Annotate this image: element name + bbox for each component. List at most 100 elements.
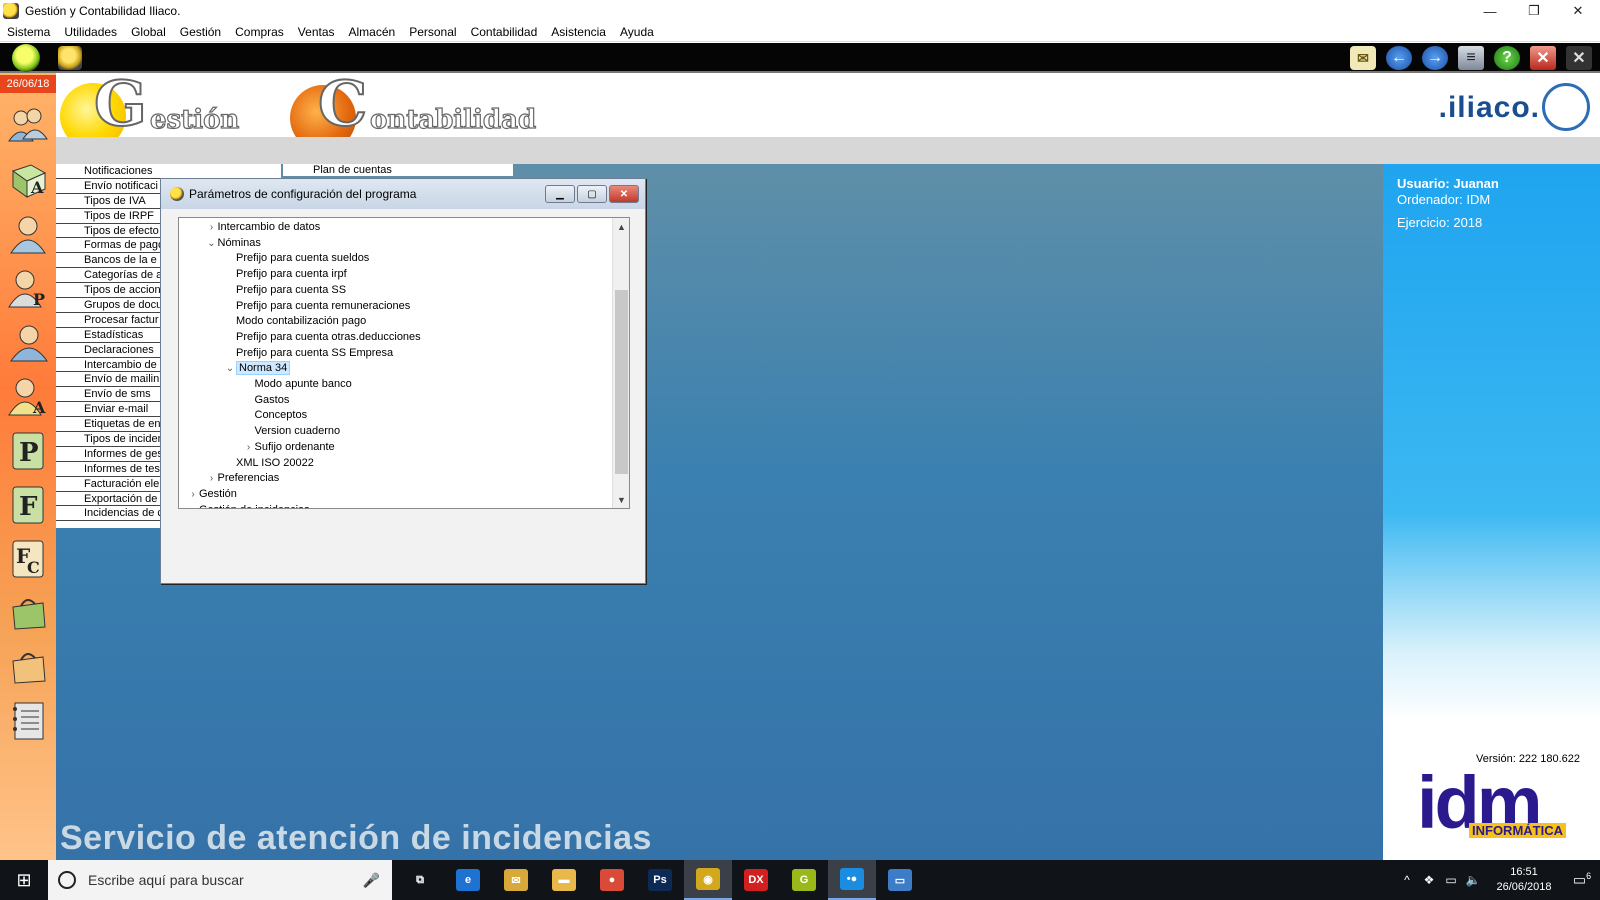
expand-toggle-icon[interactable]: › [206, 471, 218, 487]
p-document-icon[interactable]: P [5, 427, 51, 473]
list-item[interactable]: Notificaciones [56, 164, 281, 179]
f-document-icon[interactable]: F [5, 481, 51, 527]
tree-node[interactable]: Prefijo para cuenta SS Empresa [224, 345, 393, 361]
scroll-down-icon[interactable]: ▼ [613, 491, 629, 508]
support-banner[interactable]: Servicio de atención de incidencias [60, 819, 652, 858]
taskbar-dx-icon[interactable]: DX [732, 860, 780, 900]
person-icon[interactable] [5, 211, 51, 257]
notifications-icon[interactable]: ▭6 [1564, 871, 1600, 889]
tree-node[interactable]: Modo apunte banco [243, 376, 352, 392]
bag-green-icon[interactable] [5, 589, 51, 635]
help-icon[interactable]: ? [1494, 46, 1520, 70]
volume-muted-icon[interactable]: 🔈 [1462, 873, 1484, 887]
tree-node[interactable]: › Intercambio de datos [206, 219, 320, 236]
taskbar-explorer-icon[interactable]: ▬ [540, 860, 588, 900]
taskbar-gestion-icon[interactable]: G [780, 860, 828, 900]
home-orb-icon[interactable] [12, 44, 40, 72]
tree-node-label: Preferencias [217, 472, 280, 485]
fc-document-icon[interactable]: FC [5, 535, 51, 581]
tree-node-label: Modo contabilización pago [236, 315, 367, 328]
tree-node[interactable]: ⌄ Nóminas [206, 235, 261, 251]
taskbar-search[interactable]: Escribe aquí para buscar 🎤 [48, 860, 392, 900]
network-icon[interactable]: ▭ [1440, 873, 1462, 887]
menu-global[interactable]: Global [124, 25, 173, 39]
tree-node[interactable]: Modo contabilización pago [224, 313, 366, 329]
close-window-icon[interactable]: ✕ [1530, 46, 1556, 70]
taskbar-apps: ⧉ e ✉ ▬ ● Ps ◉ DX G •● ▭ [396, 860, 924, 900]
menu-compras[interactable]: Compras [228, 25, 291, 39]
taskbar-photoshop-icon[interactable]: Ps [636, 860, 684, 900]
clock[interactable]: 16:51 26/06/2018 [1484, 865, 1564, 895]
bag-orange-icon[interactable] [5, 643, 51, 689]
person-a-icon[interactable]: A [5, 373, 51, 419]
list-item-plan-cuentas[interactable]: Plan de cuentas [283, 164, 513, 176]
taskbar-iliaco-icon[interactable]: ◉ [684, 860, 732, 900]
tree-node[interactable]: ⌄ Norma 34 [224, 360, 291, 377]
menu-ayuda[interactable]: Ayuda [613, 25, 661, 39]
expand-toggle-icon[interactable]: › [187, 503, 199, 508]
notebook-icon[interactable] [5, 697, 51, 743]
tray-chevron-icon[interactable]: ^ [1396, 873, 1418, 887]
dropbox-icon[interactable]: ❖ [1418, 873, 1440, 887]
svg-text:P: P [19, 438, 39, 468]
taskbar-edge-icon[interactable]: e [444, 860, 492, 900]
dialog-titlebar[interactable]: Parámetros de configuración del programa… [161, 179, 645, 209]
tree-node[interactable]: XML ISO 20022 [224, 455, 314, 471]
expand-toggle-icon[interactable]: ⌄ [206, 236, 218, 252]
taskbar-messenger-icon[interactable]: •● [828, 860, 876, 900]
mail-icon[interactable]: ✉ [1350, 46, 1376, 70]
config-tree: › Intercambio de datos ⌄ Nóminas Prefijo par… [178, 217, 630, 509]
tree-node[interactable]: Version cuaderno [243, 423, 341, 439]
person-p-icon[interactable]: P [5, 265, 51, 311]
tree-node[interactable]: Conceptos [243, 407, 308, 423]
tree-node[interactable]: Prefijo para cuenta irpf [224, 266, 347, 282]
minimize-button[interactable]: — [1468, 0, 1512, 22]
window-list-icon[interactable]: ≡ [1458, 46, 1484, 70]
tree-node[interactable]: Prefijo para cuenta SS [224, 282, 346, 298]
menu-asistencia[interactable]: Asistencia [544, 25, 613, 39]
header-logos: G estión C ontabilidad .iliaco. [56, 66, 1600, 151]
restore-button[interactable]: ❐ [1512, 0, 1556, 22]
dialog-maximize-button[interactable]: ▢ [577, 185, 607, 203]
expand-toggle-icon[interactable]: › [206, 220, 218, 236]
menu-personal[interactable]: Personal [402, 25, 463, 39]
expand-toggle-icon[interactable]: › [187, 487, 199, 503]
menu-ventas[interactable]: Ventas [291, 25, 342, 39]
taskbar-mail-icon[interactable]: ✉ [492, 860, 540, 900]
expand-toggle-icon[interactable]: › [243, 440, 255, 456]
scroll-up-icon[interactable]: ▲ [613, 218, 629, 235]
dialog-minimize-button[interactable]: ▁ [545, 185, 575, 203]
tree-scrollbar[interactable]: ▲ ▼ [612, 218, 629, 508]
tree-node[interactable]: ›Gestión de incidencias [187, 502, 309, 508]
taskbar-chrome-icon[interactable]: ● [588, 860, 636, 900]
tree-node[interactable]: Gastos [243, 392, 290, 408]
tree-node[interactable]: Prefijo para cuenta otras.deducciones [224, 329, 421, 345]
contabilidad-logo-word: ontabilidad [369, 104, 537, 135]
back-arrow-icon[interactable]: ← [1386, 46, 1412, 70]
close-all-icon[interactable]: ✕ [1566, 46, 1592, 70]
menu-contabilidad[interactable]: Contabilidad [464, 25, 545, 39]
menu-almacen[interactable]: Almacén [342, 25, 403, 39]
forward-arrow-icon[interactable]: → [1422, 46, 1448, 70]
dialog-close-button[interactable]: ✕ [609, 185, 639, 203]
taskbar-remote-icon[interactable]: ▭ [876, 860, 924, 900]
tree-node[interactable]: Prefijo para cuenta sueldos [224, 250, 369, 266]
group-icon[interactable] [5, 319, 51, 365]
taskbar-task-view-icon[interactable]: ⧉ [396, 860, 444, 900]
expand-toggle-icon[interactable]: ⌄ [224, 361, 236, 377]
menu-gestion[interactable]: Gestión [173, 25, 228, 39]
tree-node[interactable]: › Preferencias [206, 470, 280, 487]
tree-node[interactable]: › Gestión [187, 486, 237, 502]
scroll-thumb[interactable] [615, 290, 628, 474]
search-placeholder: Escribe aquí para buscar [88, 872, 244, 888]
tree-node[interactable]: Prefijo para cuenta remuneraciones [224, 298, 410, 314]
microphone-icon[interactable]: 🎤 [363, 872, 380, 889]
menu-sistema[interactable]: Sistema [0, 25, 57, 39]
windows-start-icon[interactable]: ⊞ [0, 860, 48, 900]
book-icon[interactable]: A [5, 157, 51, 203]
menu-utilidades[interactable]: Utilidades [57, 25, 124, 39]
config-icon[interactable] [58, 46, 82, 70]
tree-node[interactable]: › Sufijo ordenante [243, 439, 335, 455]
close-button[interactable]: ✕ [1556, 0, 1600, 22]
users-icon[interactable] [5, 103, 51, 149]
